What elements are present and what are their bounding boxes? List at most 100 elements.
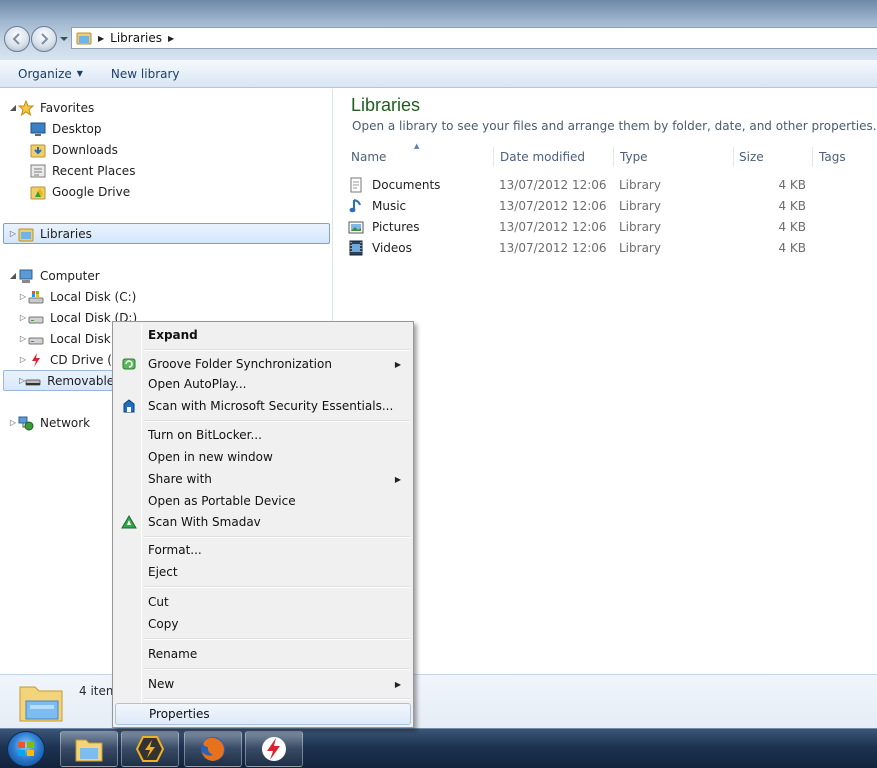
file-row-music[interactable]: Music 13/07/2012 12:06 Library 4 KB: [348, 195, 828, 216]
collapsed-triangle-icon[interactable]: ▷: [8, 418, 18, 427]
menu-separator: [144, 668, 410, 670]
nav-local-disk-c[interactable]: ▷ Local Disk (C:): [18, 286, 136, 307]
menu-item-scan-mse[interactable]: Scan with Microsoft Security Essentials.…: [115, 395, 411, 417]
file-name: Music: [372, 198, 407, 213]
breadcrumb-separator-icon[interactable]: ▶: [168, 34, 174, 43]
taskbar-smadav-button[interactable]: [245, 731, 303, 767]
nav-favorites[interactable]: ◢ Favorites: [8, 97, 94, 118]
column-header-type[interactable]: Type: [615, 147, 734, 167]
start-button[interactable]: [7, 731, 45, 767]
desktop-icon: [30, 121, 46, 137]
page-subtitle: Open a library to see your files and arr…: [352, 119, 877, 133]
nav-recent-places[interactable]: Recent Places: [30, 160, 135, 181]
nav-label: Favorites: [40, 100, 95, 115]
collapsed-triangle-icon[interactable]: ▷: [18, 313, 28, 322]
taskbar-firefox-button[interactable]: [184, 731, 242, 767]
menu-item-scan-smadav[interactable]: Scan With Smadav: [115, 511, 411, 533]
arrow-left-icon: [12, 33, 20, 45]
menu-separator: [144, 349, 410, 351]
collapsed-triangle-icon[interactable]: ▷: [18, 334, 28, 343]
nav-computer[interactable]: ◢ Computer: [8, 265, 100, 286]
address-bar[interactable]: ▶ Libraries ▶: [71, 27, 877, 49]
menu-item-format[interactable]: Format...: [115, 539, 411, 561]
menu-item-bitlocker[interactable]: Turn on BitLocker...: [115, 424, 411, 446]
smadav-icon: [262, 737, 286, 761]
nav-label: Desktop: [52, 121, 102, 136]
hard-drive-icon: [28, 331, 44, 347]
nav-libraries[interactable]: ▷ Libraries: [3, 223, 330, 244]
menu-item-open-new-window[interactable]: Open in new window: [115, 446, 411, 468]
file-row-videos[interactable]: Videos 13/07/2012 12:06 Library 4 KB: [348, 237, 828, 258]
menu-item-cut[interactable]: Cut: [115, 591, 411, 613]
nav-network[interactable]: ▷ Network: [8, 412, 90, 433]
nav-downloads[interactable]: Downloads: [30, 139, 118, 160]
menu-item-copy[interactable]: Copy: [115, 613, 411, 635]
file-row-pictures[interactable]: Pictures 13/07/2012 12:06 Library 4 KB: [348, 216, 828, 237]
expanded-triangle-icon[interactable]: ◢: [8, 103, 18, 112]
back-button[interactable]: [4, 26, 30, 52]
menu-item-label: Turn on BitLocker...: [148, 428, 262, 442]
menu-item-open-portable-device[interactable]: Open as Portable Device: [115, 490, 411, 512]
file-date: 13/07/2012 12:06: [499, 198, 607, 213]
documents-library-icon: [350, 177, 362, 192]
menu-item-rename[interactable]: Rename: [115, 643, 411, 665]
expanded-triangle-icon[interactable]: ◢: [8, 271, 18, 280]
chevron-down-icon[interactable]: [59, 34, 69, 44]
collapsed-triangle-icon[interactable]: ▷: [8, 229, 18, 238]
organize-label: Organize: [18, 66, 72, 81]
column-header-name[interactable]: Name: [346, 147, 494, 167]
new-library-button[interactable]: New library: [103, 60, 188, 87]
column-header-date-modified[interactable]: Date modified: [495, 147, 614, 167]
breadcrumb-libraries[interactable]: Libraries: [110, 31, 162, 45]
arrow-right-icon: [41, 33, 49, 45]
chevron-down-icon: ▼: [76, 69, 83, 78]
menu-item-share-with[interactable]: Share with ▶: [115, 468, 411, 490]
windows-logo-icon: [18, 742, 34, 756]
firefox-icon: [201, 737, 225, 761]
collapsed-triangle-icon[interactable]: ▷: [18, 292, 28, 301]
collapsed-triangle-icon[interactable]: ▷: [18, 355, 28, 364]
groove-icon: [122, 358, 136, 370]
nav-label: Local Disk (C:): [50, 289, 137, 304]
hard-drive-icon: [28, 310, 44, 326]
menu-item-label: Open AutoPlay...: [148, 377, 247, 391]
menu-item-groove-sync[interactable]: Groove Folder Synchronization ▶: [115, 353, 411, 375]
file-row-documents[interactable]: Documents 13/07/2012 12:06 Library 4 KB: [348, 174, 828, 195]
column-header-tags[interactable]: Tags: [814, 147, 876, 167]
libraries-folder-icon: [18, 226, 34, 242]
nav-removable-disk[interactable]: ▷ Removable: [3, 370, 115, 391]
menu-item-eject[interactable]: Eject: [115, 561, 411, 583]
forward-button[interactable]: [31, 26, 57, 52]
libraries-folder-icon: [76, 32, 92, 45]
smadav-cd-icon: [28, 352, 44, 368]
menu-item-label: Properties: [149, 707, 210, 721]
nav-cd-drive[interactable]: ▷ CD Drive (F:: [18, 349, 122, 370]
nav-label: Computer: [40, 268, 100, 283]
file-date: 13/07/2012 12:06: [499, 177, 607, 192]
breadcrumb-separator-icon[interactable]: ▶: [98, 34, 104, 43]
taskbar-explorer-button[interactable]: [60, 731, 118, 767]
menu-item-label: Cut: [148, 595, 169, 609]
nav-desktop[interactable]: Desktop: [30, 118, 102, 139]
downloads-folder-icon: [30, 142, 46, 158]
menu-item-label: New: [148, 677, 175, 691]
page-title: Libraries: [351, 95, 421, 115]
menu-item-new[interactable]: New ▶: [115, 673, 411, 695]
command-bar: Organize ▼ New library: [0, 60, 877, 88]
file-date: 13/07/2012 12:06: [499, 219, 607, 234]
nav-google-drive[interactable]: Google Drive: [30, 181, 130, 202]
nav-label: Libraries: [40, 226, 92, 241]
menu-item-expand[interactable]: Expand: [115, 324, 411, 346]
nav-label: Downloads: [52, 142, 118, 157]
file-size: 4 KB: [778, 240, 806, 255]
menu-item-open-autoplay[interactable]: Open AutoPlay...: [115, 373, 411, 395]
organize-button[interactable]: Organize ▼: [10, 60, 91, 87]
music-library-icon: [349, 198, 361, 212]
column-header-size[interactable]: Size: [734, 147, 813, 167]
taskbar-winamp-button[interactable]: [121, 731, 179, 767]
smadav-triangle-icon: [121, 515, 137, 529]
file-type: Library: [619, 198, 661, 213]
file-name: Videos: [372, 240, 412, 255]
menu-item-properties[interactable]: Properties: [115, 703, 411, 725]
nav-local-disk-e[interactable]: ▷ Local Disk (: [18, 328, 119, 349]
